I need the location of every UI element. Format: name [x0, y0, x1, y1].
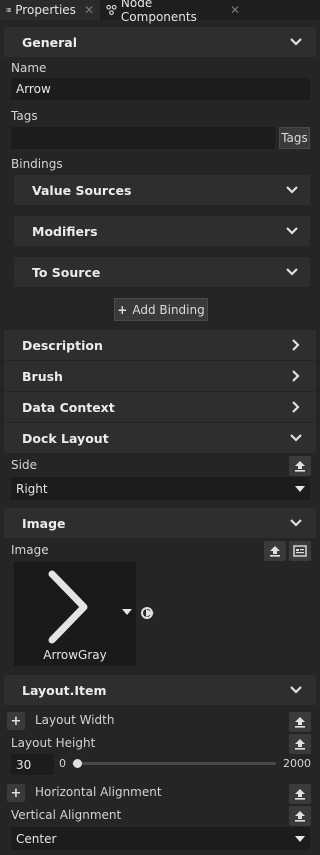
- to-source-title: To Source: [32, 264, 101, 280]
- dropdown-arrow-icon[interactable]: [122, 609, 132, 615]
- side-value: Right: [16, 481, 48, 496]
- upload-icon-button[interactable]: [289, 784, 311, 804]
- section-dock-layout-header[interactable]: Dock Layout: [4, 423, 316, 453]
- horizontal-alignment-label: Horizontal Alignment: [35, 785, 162, 799]
- value-sources-title: Value Sources: [32, 182, 132, 198]
- chevron-right-icon: [292, 339, 300, 351]
- upload-icon-button[interactable]: [289, 712, 311, 732]
- add-horizontal-alignment-button[interactable]: +: [7, 784, 25, 802]
- plus-icon: +: [10, 785, 22, 801]
- plus-icon: +: [10, 713, 22, 729]
- add-layout-width-button[interactable]: +: [7, 712, 25, 730]
- section-title: Brush: [22, 368, 63, 384]
- upload-icon-button[interactable]: [289, 734, 311, 754]
- image-preview[interactable]: ArrowGray: [14, 562, 136, 666]
- dropdown-arrow-icon: [295, 485, 305, 492]
- chevron-down-icon: [286, 186, 298, 194]
- chevron-down-icon: [290, 519, 302, 527]
- chevron-down-icon: [286, 227, 298, 235]
- vertical-alignment-value: Center: [16, 831, 57, 846]
- section-title: Description: [22, 337, 103, 353]
- modifiers-title: Modifiers: [32, 223, 98, 239]
- modifiers-header[interactable]: Modifiers: [14, 216, 310, 246]
- image-label: Image: [11, 543, 49, 557]
- upload-icon: [295, 461, 305, 472]
- tab-properties-label: Properties: [15, 3, 76, 17]
- tags-button[interactable]: Tags: [279, 127, 310, 149]
- chevron-down-icon: [290, 38, 302, 46]
- bindings-label: Bindings: [11, 157, 63, 171]
- close-icon[interactable]: ✕: [230, 3, 240, 17]
- upload-icon: [295, 811, 305, 822]
- properties-icon: [6, 8, 11, 12]
- section-description-header[interactable]: Description: [4, 330, 316, 360]
- tab-properties[interactable]: Properties ✕: [0, 0, 100, 20]
- section-brush-header[interactable]: Brush: [4, 361, 316, 391]
- slider-thumb[interactable]: [73, 759, 83, 768]
- upload-icon-button[interactable]: [289, 456, 311, 476]
- to-source-header[interactable]: To Source: [14, 257, 310, 287]
- layout-width-label: Layout Width: [35, 713, 115, 727]
- node-components-icon: [106, 4, 117, 16]
- upload-icon: [270, 546, 280, 557]
- tab-node-components-label: Node Components: [120, 0, 197, 24]
- chevron-down-icon: [290, 686, 302, 694]
- section-layout-item-header[interactable]: Layout.Item: [4, 675, 316, 705]
- vertical-alignment-label: Vertical Alignment: [11, 808, 122, 822]
- add-binding-label: Add Binding: [132, 302, 205, 317]
- section-title: Dock Layout: [22, 430, 109, 446]
- chevron-right-icon: [292, 401, 300, 413]
- upload-icon-button[interactable]: [264, 541, 286, 561]
- tags-label: Tags: [11, 109, 38, 123]
- section-title: Image: [22, 515, 66, 531]
- section-image-header[interactable]: Image: [4, 508, 316, 538]
- add-binding-button[interactable]: + Add Binding: [114, 298, 208, 321]
- close-icon[interactable]: ✕: [84, 3, 94, 17]
- value-sources-header[interactable]: Value Sources: [14, 175, 310, 205]
- slider-max-label: 2000: [283, 757, 311, 770]
- image-asset-name: ArrowGray: [43, 648, 107, 662]
- section-general-header[interactable]: General: [4, 27, 316, 57]
- section-title: Data Context: [22, 399, 115, 415]
- layout-height-label: Layout Height: [11, 736, 96, 750]
- arrow-thumbnail-icon: [48, 570, 88, 644]
- upload-icon: [295, 717, 305, 728]
- tab-bar: Properties ✕ Node Components ✕: [0, 0, 320, 24]
- section-data-context-header[interactable]: Data Context: [4, 392, 316, 422]
- side-dropdown[interactable]: Right: [11, 477, 310, 500]
- name-label: Name: [11, 61, 47, 75]
- upload-icon: [295, 789, 305, 800]
- tags-field[interactable]: [11, 127, 275, 149]
- go-to-asset-icon[interactable]: [140, 605, 156, 621]
- layout-height-slider[interactable]: [72, 759, 276, 768]
- vertical-alignment-dropdown[interactable]: Center: [11, 827, 310, 850]
- section-title: General: [22, 34, 77, 50]
- chevron-right-icon: [292, 370, 300, 382]
- upload-icon-button[interactable]: [289, 806, 311, 826]
- section-title: Layout.Item: [22, 682, 107, 698]
- slider-min-label: 0: [59, 757, 66, 770]
- upload-icon: [295, 739, 305, 750]
- layout-height-field[interactable]: 30: [11, 754, 54, 775]
- asset-browser-icon: [293, 545, 307, 557]
- tab-node-components[interactable]: Node Components ✕: [100, 0, 246, 24]
- chevron-down-icon: [286, 268, 298, 276]
- side-label: Side: [11, 458, 37, 472]
- plus-icon: +: [117, 302, 128, 317]
- dropdown-arrow-icon: [295, 835, 305, 842]
- asset-browser-button[interactable]: [289, 541, 311, 561]
- chevron-down-icon: [290, 434, 302, 442]
- name-field[interactable]: Arrow: [11, 78, 310, 100]
